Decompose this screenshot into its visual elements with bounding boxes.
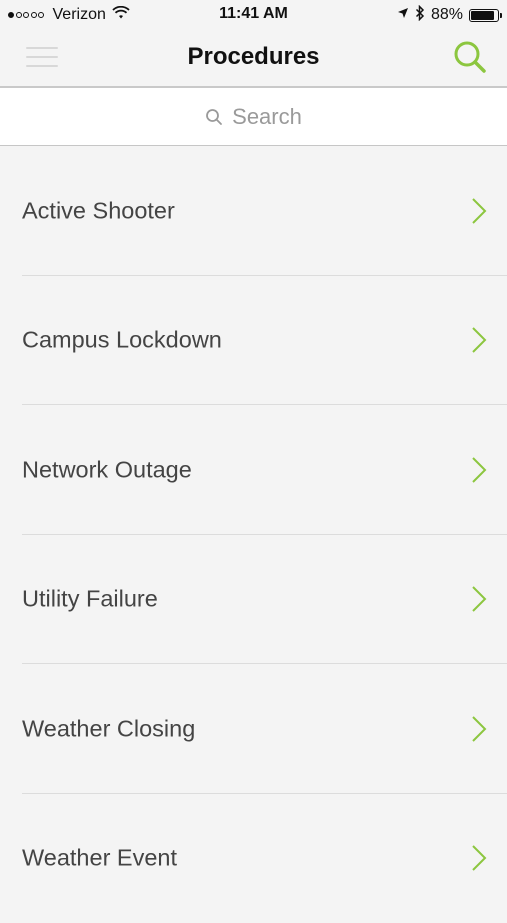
search-input[interactable]: Search (0, 88, 507, 146)
battery-fill (471, 11, 494, 20)
list-item-label: Campus Lockdown (22, 327, 222, 354)
status-bar: Verizon 11:41 AM 88% (0, 0, 507, 30)
battery-icon (469, 9, 499, 22)
list-item[interactable]: Weather Event (0, 794, 507, 923)
search-field-content: Search (205, 104, 302, 130)
chevron-right-icon (471, 585, 487, 613)
navigation-bar: Procedures (0, 30, 507, 88)
procedures-list: Active Shooter Campus Lockdown Network O… (0, 146, 507, 923)
chevron-right-icon (471, 326, 487, 354)
list-item[interactable]: Network Outage (0, 405, 507, 535)
list-item-label: Weather Closing (22, 715, 195, 742)
list-item[interactable]: Weather Closing (0, 664, 507, 794)
list-item-label: Network Outage (22, 456, 192, 483)
list-item[interactable]: Campus Lockdown (0, 276, 507, 406)
list-item[interactable]: Utility Failure (0, 535, 507, 665)
search-button[interactable] (451, 38, 489, 76)
chevron-right-icon (471, 844, 487, 872)
search-icon (451, 38, 489, 76)
chevron-right-icon (471, 197, 487, 225)
search-placeholder: Search (232, 104, 302, 130)
search-field-icon (205, 108, 223, 126)
list-item[interactable]: Active Shooter (0, 146, 507, 276)
page-title: Procedures (0, 43, 507, 71)
location-arrow-icon (397, 6, 409, 24)
list-item-label: Weather Event (22, 845, 177, 872)
list-item-label: Utility Failure (22, 586, 158, 613)
status-bar-right: 88% (391, 4, 499, 26)
bluetooth-icon (415, 5, 425, 26)
chevron-right-icon (471, 715, 487, 743)
battery-percent: 88% (431, 6, 463, 24)
list-item-label: Active Shooter (22, 197, 175, 224)
chevron-right-icon (471, 456, 487, 484)
